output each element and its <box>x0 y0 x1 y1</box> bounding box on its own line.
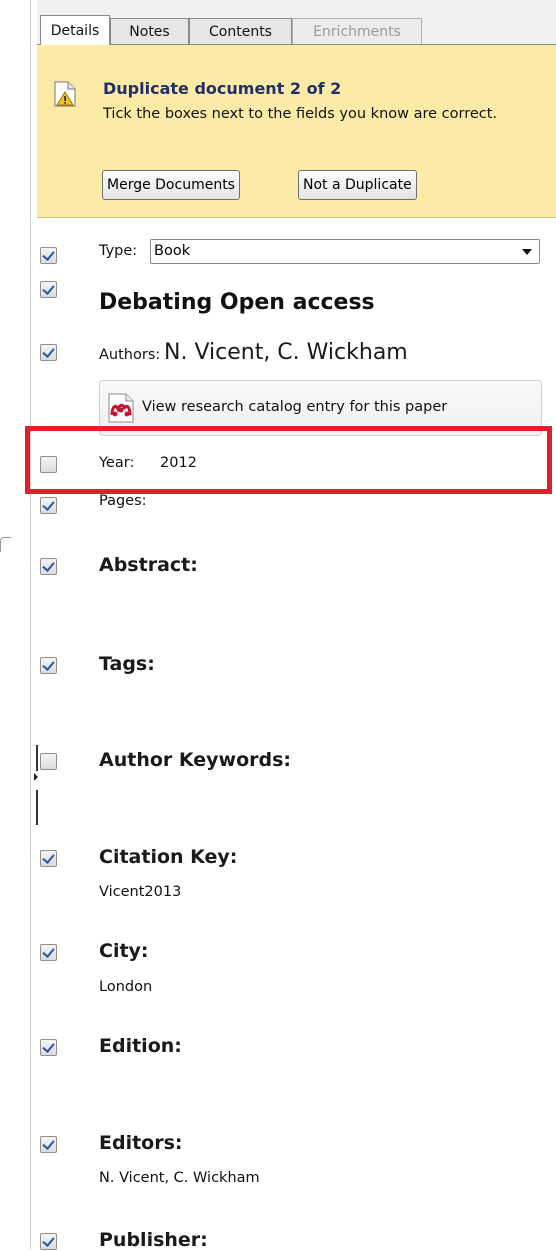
editors-value[interactable]: N. Vicent, C. Wickham <box>99 1170 260 1186</box>
abstract-heading: Abstract: <box>99 554 198 576</box>
duplicate-banner: Duplicate document 2 of 2 Tick the boxes… <box>37 45 556 218</box>
pages-label: Pages: <box>99 493 147 509</box>
left-pane-edge <box>0 0 30 1249</box>
city-heading: City: <box>99 940 149 962</box>
type-label: Type: <box>99 243 138 259</box>
type-value: Book <box>154 243 191 259</box>
splitter-grip-bottom <box>36 790 38 825</box>
pane-splitter[interactable] <box>30 0 31 1249</box>
type-select[interactable]: Book <box>150 239 540 264</box>
citation-key-checkbox[interactable] <box>40 850 57 867</box>
citation-key-value[interactable]: Vicent2013 <box>99 884 181 900</box>
author-keywords-checkbox[interactable] <box>40 753 57 770</box>
authors-value[interactable]: N. Vicent, C. Wickham <box>164 340 408 365</box>
chevron-down-icon <box>522 249 532 255</box>
splitter-grip-top <box>36 745 38 771</box>
document-title[interactable]: Debating Open access <box>99 290 375 315</box>
tab-details[interactable]: Details <box>40 15 110 45</box>
duplicate-title: Duplicate document 2 of 2 <box>103 79 342 98</box>
authors-checkbox[interactable] <box>40 344 57 361</box>
document-warning-icon <box>54 81 76 107</box>
abstract-checkbox[interactable] <box>40 558 57 575</box>
merge-documents-button[interactable]: Merge Documents <box>102 170 240 200</box>
left-pane-fragment <box>0 537 11 552</box>
author-keywords-heading: Author Keywords: <box>99 749 292 771</box>
tab-notes[interactable]: Notes <box>110 18 189 45</box>
year-highlight-box <box>25 426 552 494</box>
edition-heading: Edition: <box>99 1035 182 1057</box>
city-checkbox[interactable] <box>40 944 57 961</box>
tags-checkbox[interactable] <box>40 657 57 674</box>
tab-enrichments: Enrichments <box>292 18 422 45</box>
editors-checkbox[interactable] <box>40 1136 57 1153</box>
editors-heading: Editors: <box>99 1132 183 1154</box>
mendeley-catalog-icon <box>108 393 134 423</box>
collapse-arrow-icon[interactable] <box>34 773 38 781</box>
publisher-heading: Publisher: <box>99 1229 208 1251</box>
not-a-duplicate-button[interactable]: Not a Duplicate <box>298 170 417 200</box>
edition-checkbox[interactable] <box>40 1039 57 1056</box>
tags-heading: Tags: <box>99 653 155 675</box>
citation-key-heading: Citation Key: <box>99 846 238 868</box>
publisher-checkbox[interactable] <box>40 1233 57 1250</box>
title-checkbox[interactable] <box>40 281 57 298</box>
duplicate-message: Tick the boxes next to the fields you kn… <box>103 106 498 122</box>
city-value[interactable]: London <box>99 979 152 995</box>
type-checkbox[interactable] <box>40 247 57 264</box>
pages-checkbox[interactable] <box>40 497 57 514</box>
authors-label: Authors: <box>99 347 161 363</box>
catalog-entry-label: View research catalog entry for this pap… <box>142 399 448 415</box>
tab-contents[interactable]: Contents <box>189 18 292 45</box>
